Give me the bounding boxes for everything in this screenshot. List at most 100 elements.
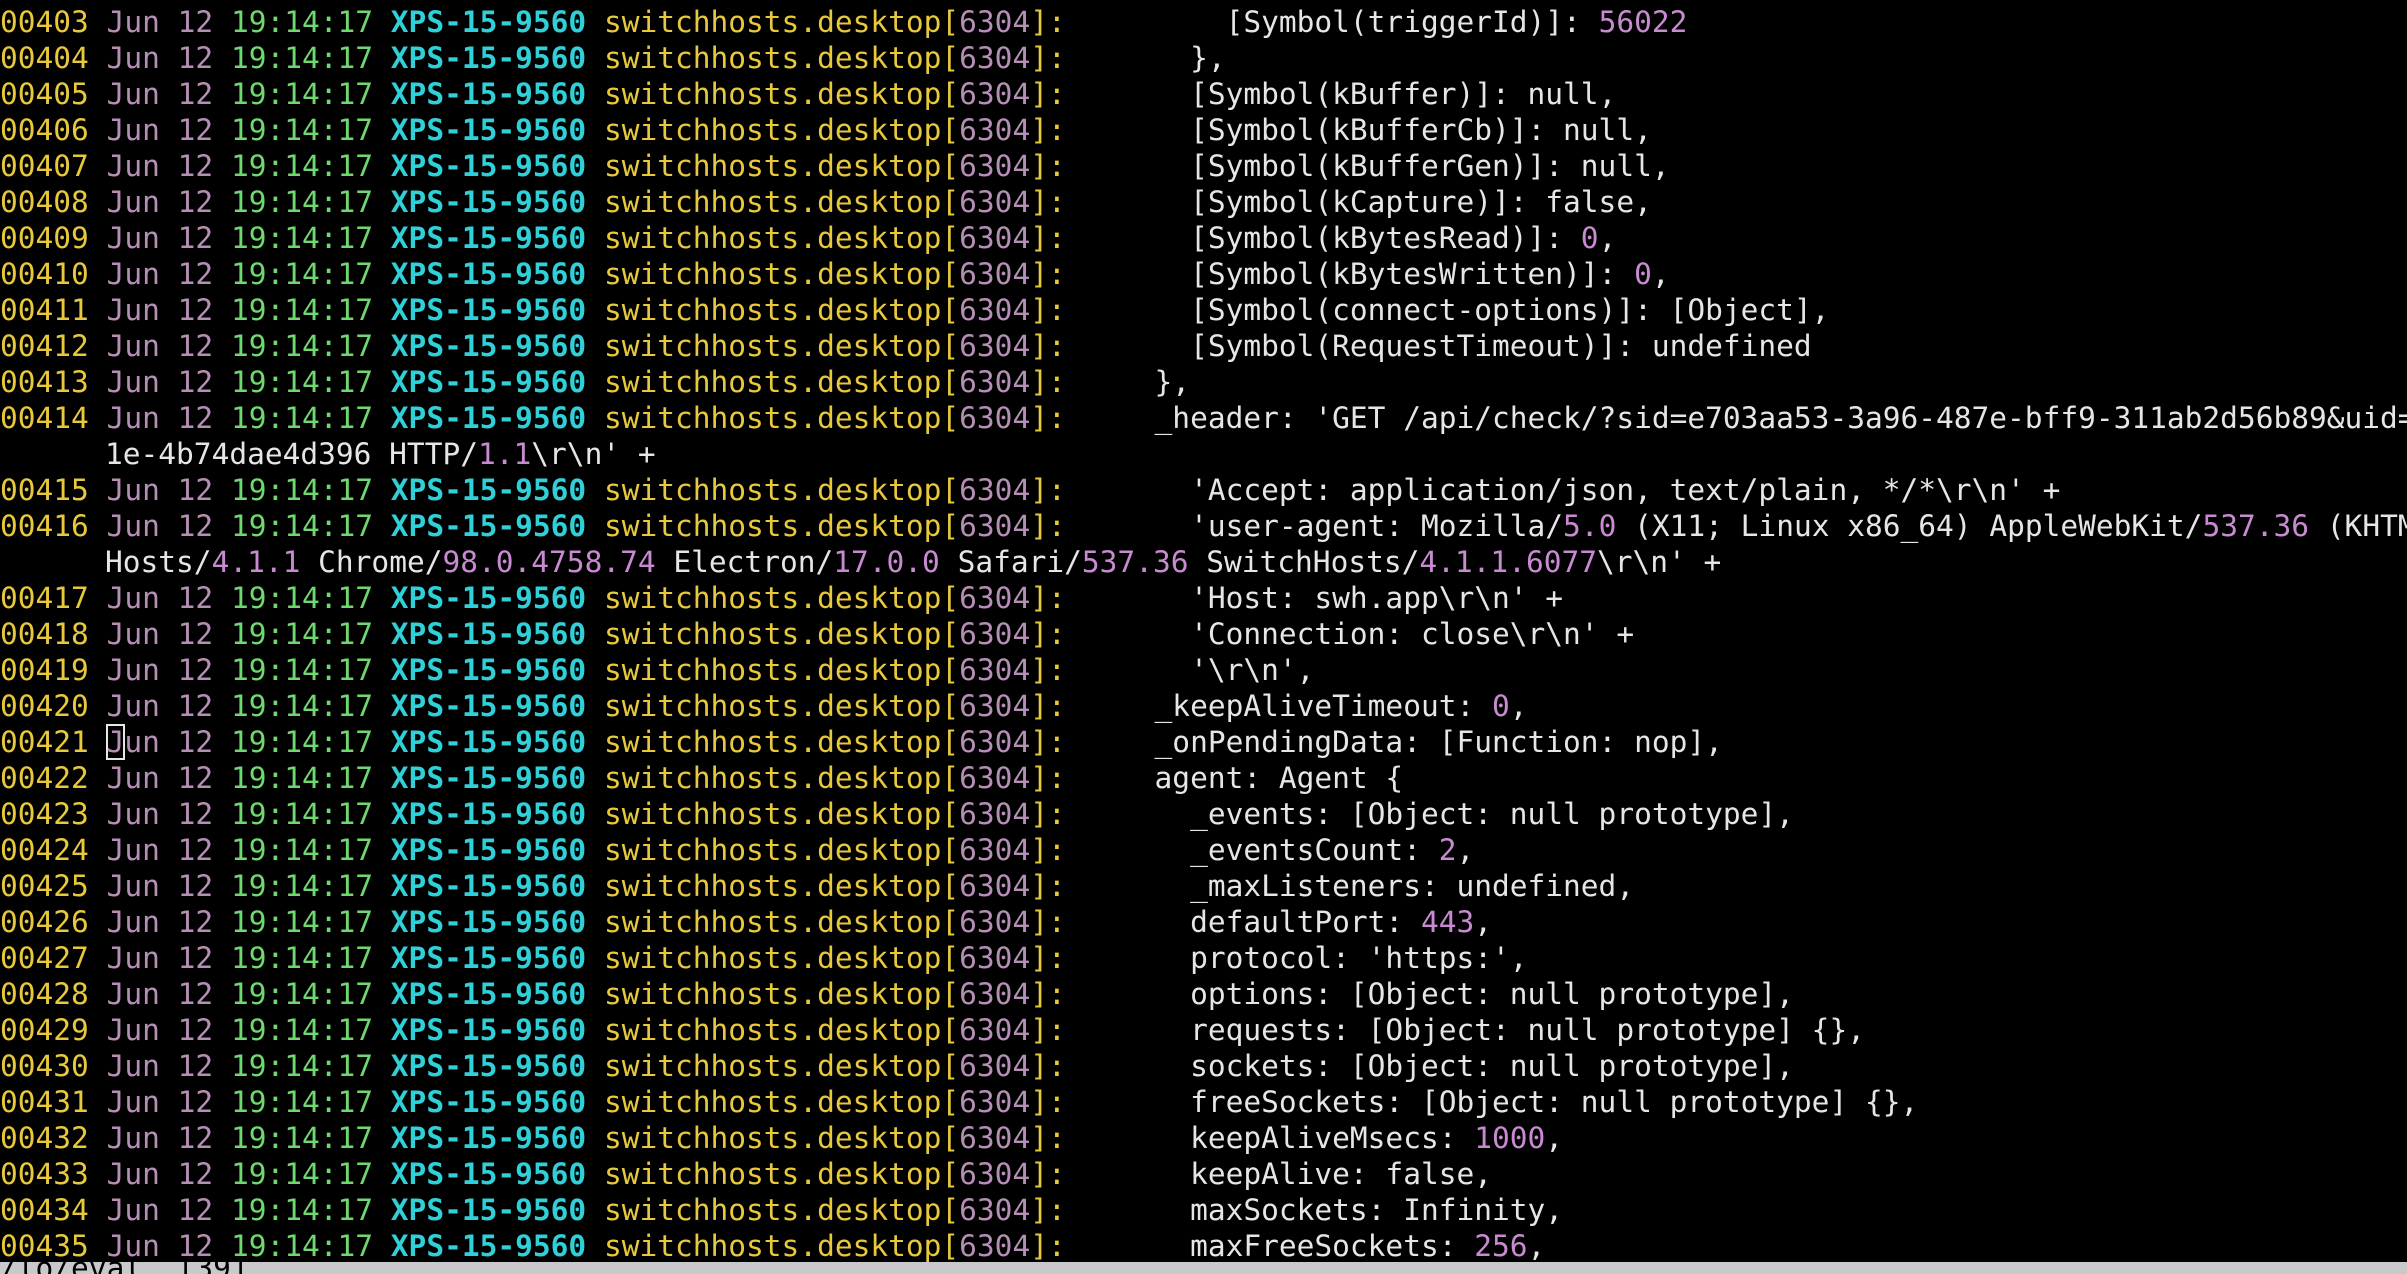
line-number: 00434 [0, 1193, 89, 1227]
separator [1066, 1085, 1084, 1119]
bracket: [ [941, 1229, 960, 1263]
separator [373, 1157, 391, 1191]
separator [160, 365, 178, 399]
log-host: XPS-15-9560 [390, 617, 587, 651]
bracket: ]: [1030, 689, 1066, 723]
numeric-token: 0 [1634, 257, 1652, 291]
separator [373, 1121, 391, 1155]
separator [89, 761, 107, 795]
bracket: [ [941, 1049, 960, 1083]
separator [160, 977, 178, 1011]
separator [213, 977, 231, 1011]
log-time: 19:14:17 [230, 149, 374, 183]
separator [89, 1229, 107, 1263]
bracket: [ [941, 617, 960, 651]
separator [373, 329, 391, 363]
log-process: switchhosts.desktop [603, 1121, 942, 1155]
log-process: switchhosts.desktop [603, 185, 942, 219]
separator [89, 1049, 107, 1083]
separator [160, 293, 178, 327]
numeric-token: 1.1 [477, 437, 532, 471]
separator [160, 329, 178, 363]
separator [89, 365, 107, 399]
log-time: 19:14:17 [230, 293, 374, 327]
line-number: 00418 [0, 617, 89, 651]
log-line: 00435 Jun 12 19:14:17 XPS-15-9560 switch… [0, 1228, 2407, 1264]
separator [89, 581, 107, 615]
log-host: XPS-15-9560 [390, 689, 587, 723]
terminal-window[interactable]: 00403 Jun 12 19:14:17 XPS-15-9560 switch… [0, 0, 2407, 1274]
log-line: 00431 Jun 12 19:14:17 XPS-15-9560 switch… [0, 1084, 2407, 1120]
separator [89, 113, 107, 147]
log-line: 00403 Jun 12 19:14:17 XPS-15-9560 switch… [0, 4, 2407, 40]
bracket: ]: [1030, 473, 1066, 507]
log-day: 12 [177, 77, 214, 111]
separator [160, 617, 178, 651]
log-pid: 6304 [959, 1085, 1031, 1119]
log-day: 12 [177, 869, 214, 903]
separator [89, 689, 107, 723]
bracket: ]: [1030, 653, 1066, 687]
log-message: keepAlive: false, [1083, 1157, 1492, 1191]
log-process: switchhosts.desktop [603, 149, 942, 183]
line-number: 00430 [0, 1049, 89, 1083]
log-host: XPS-15-9560 [390, 797, 587, 831]
separator [1066, 257, 1084, 291]
separator [160, 221, 178, 255]
separator [586, 221, 604, 255]
log-month: Jun [106, 257, 160, 291]
separator [373, 869, 391, 903]
separator [160, 725, 178, 759]
separator [1066, 329, 1084, 363]
text-token: [Symbol(kBytesWritten)]: [1083, 257, 1635, 291]
numeric-token: 4.1.1 [211, 545, 301, 579]
log-time: 19:14:17 [230, 869, 374, 903]
separator [586, 761, 604, 795]
text-token: (X11; Linux x86_64) AppleWebKit/ [1616, 509, 2203, 543]
bracket: ]: [1030, 509, 1066, 543]
bracket: ]: [1030, 1085, 1066, 1119]
log-pid: 6304 [959, 149, 1031, 183]
separator [89, 797, 107, 831]
bracket: ]: [1030, 941, 1066, 975]
log-pid: 6304 [959, 905, 1031, 939]
bracket: [ [941, 1193, 960, 1227]
separator [1066, 221, 1084, 255]
log-month: Jun [106, 149, 160, 183]
log-time: 19:14:17 [230, 617, 374, 651]
separator [160, 869, 178, 903]
log-line: 00432 Jun 12 19:14:17 XPS-15-9560 switch… [0, 1120, 2407, 1156]
log-host: XPS-15-9560 [390, 5, 587, 39]
separator [89, 185, 107, 219]
separator [89, 329, 107, 363]
bracket: [ [941, 725, 960, 759]
separator [213, 329, 231, 363]
log-day: 12 [177, 1013, 214, 1047]
bracket: [ [941, 221, 960, 255]
separator [160, 581, 178, 615]
separator [373, 941, 391, 975]
text-token: , [1527, 1229, 1546, 1263]
log-message: _onPendingData: [Function: nop], [1083, 725, 1723, 759]
log-day: 12 [177, 1193, 214, 1227]
log-process: switchhosts.desktop [603, 797, 942, 831]
text-token: Safari/ [939, 545, 1082, 579]
log-month: Jun [106, 653, 160, 687]
separator [1066, 1157, 1084, 1191]
separator [213, 1049, 231, 1083]
separator [213, 905, 231, 939]
bracket: ]: [1030, 977, 1066, 1011]
log-process: switchhosts.desktop [603, 1193, 942, 1227]
log-pid: 6304 [959, 689, 1031, 723]
log-host: XPS-15-9560 [390, 1229, 587, 1263]
bracket: [ [941, 797, 960, 831]
text-token: Chrome/ [300, 545, 443, 579]
separator [1066, 365, 1084, 399]
bracket: ]: [1030, 5, 1066, 39]
separator [1066, 977, 1084, 1011]
separator [213, 1085, 231, 1119]
log-process: switchhosts.desktop [603, 221, 942, 255]
line-number: 00428 [0, 977, 89, 1011]
text-token: [Symbol(kBytesRead)]: [1083, 221, 1581, 255]
log-pid: 6304 [959, 221, 1031, 255]
